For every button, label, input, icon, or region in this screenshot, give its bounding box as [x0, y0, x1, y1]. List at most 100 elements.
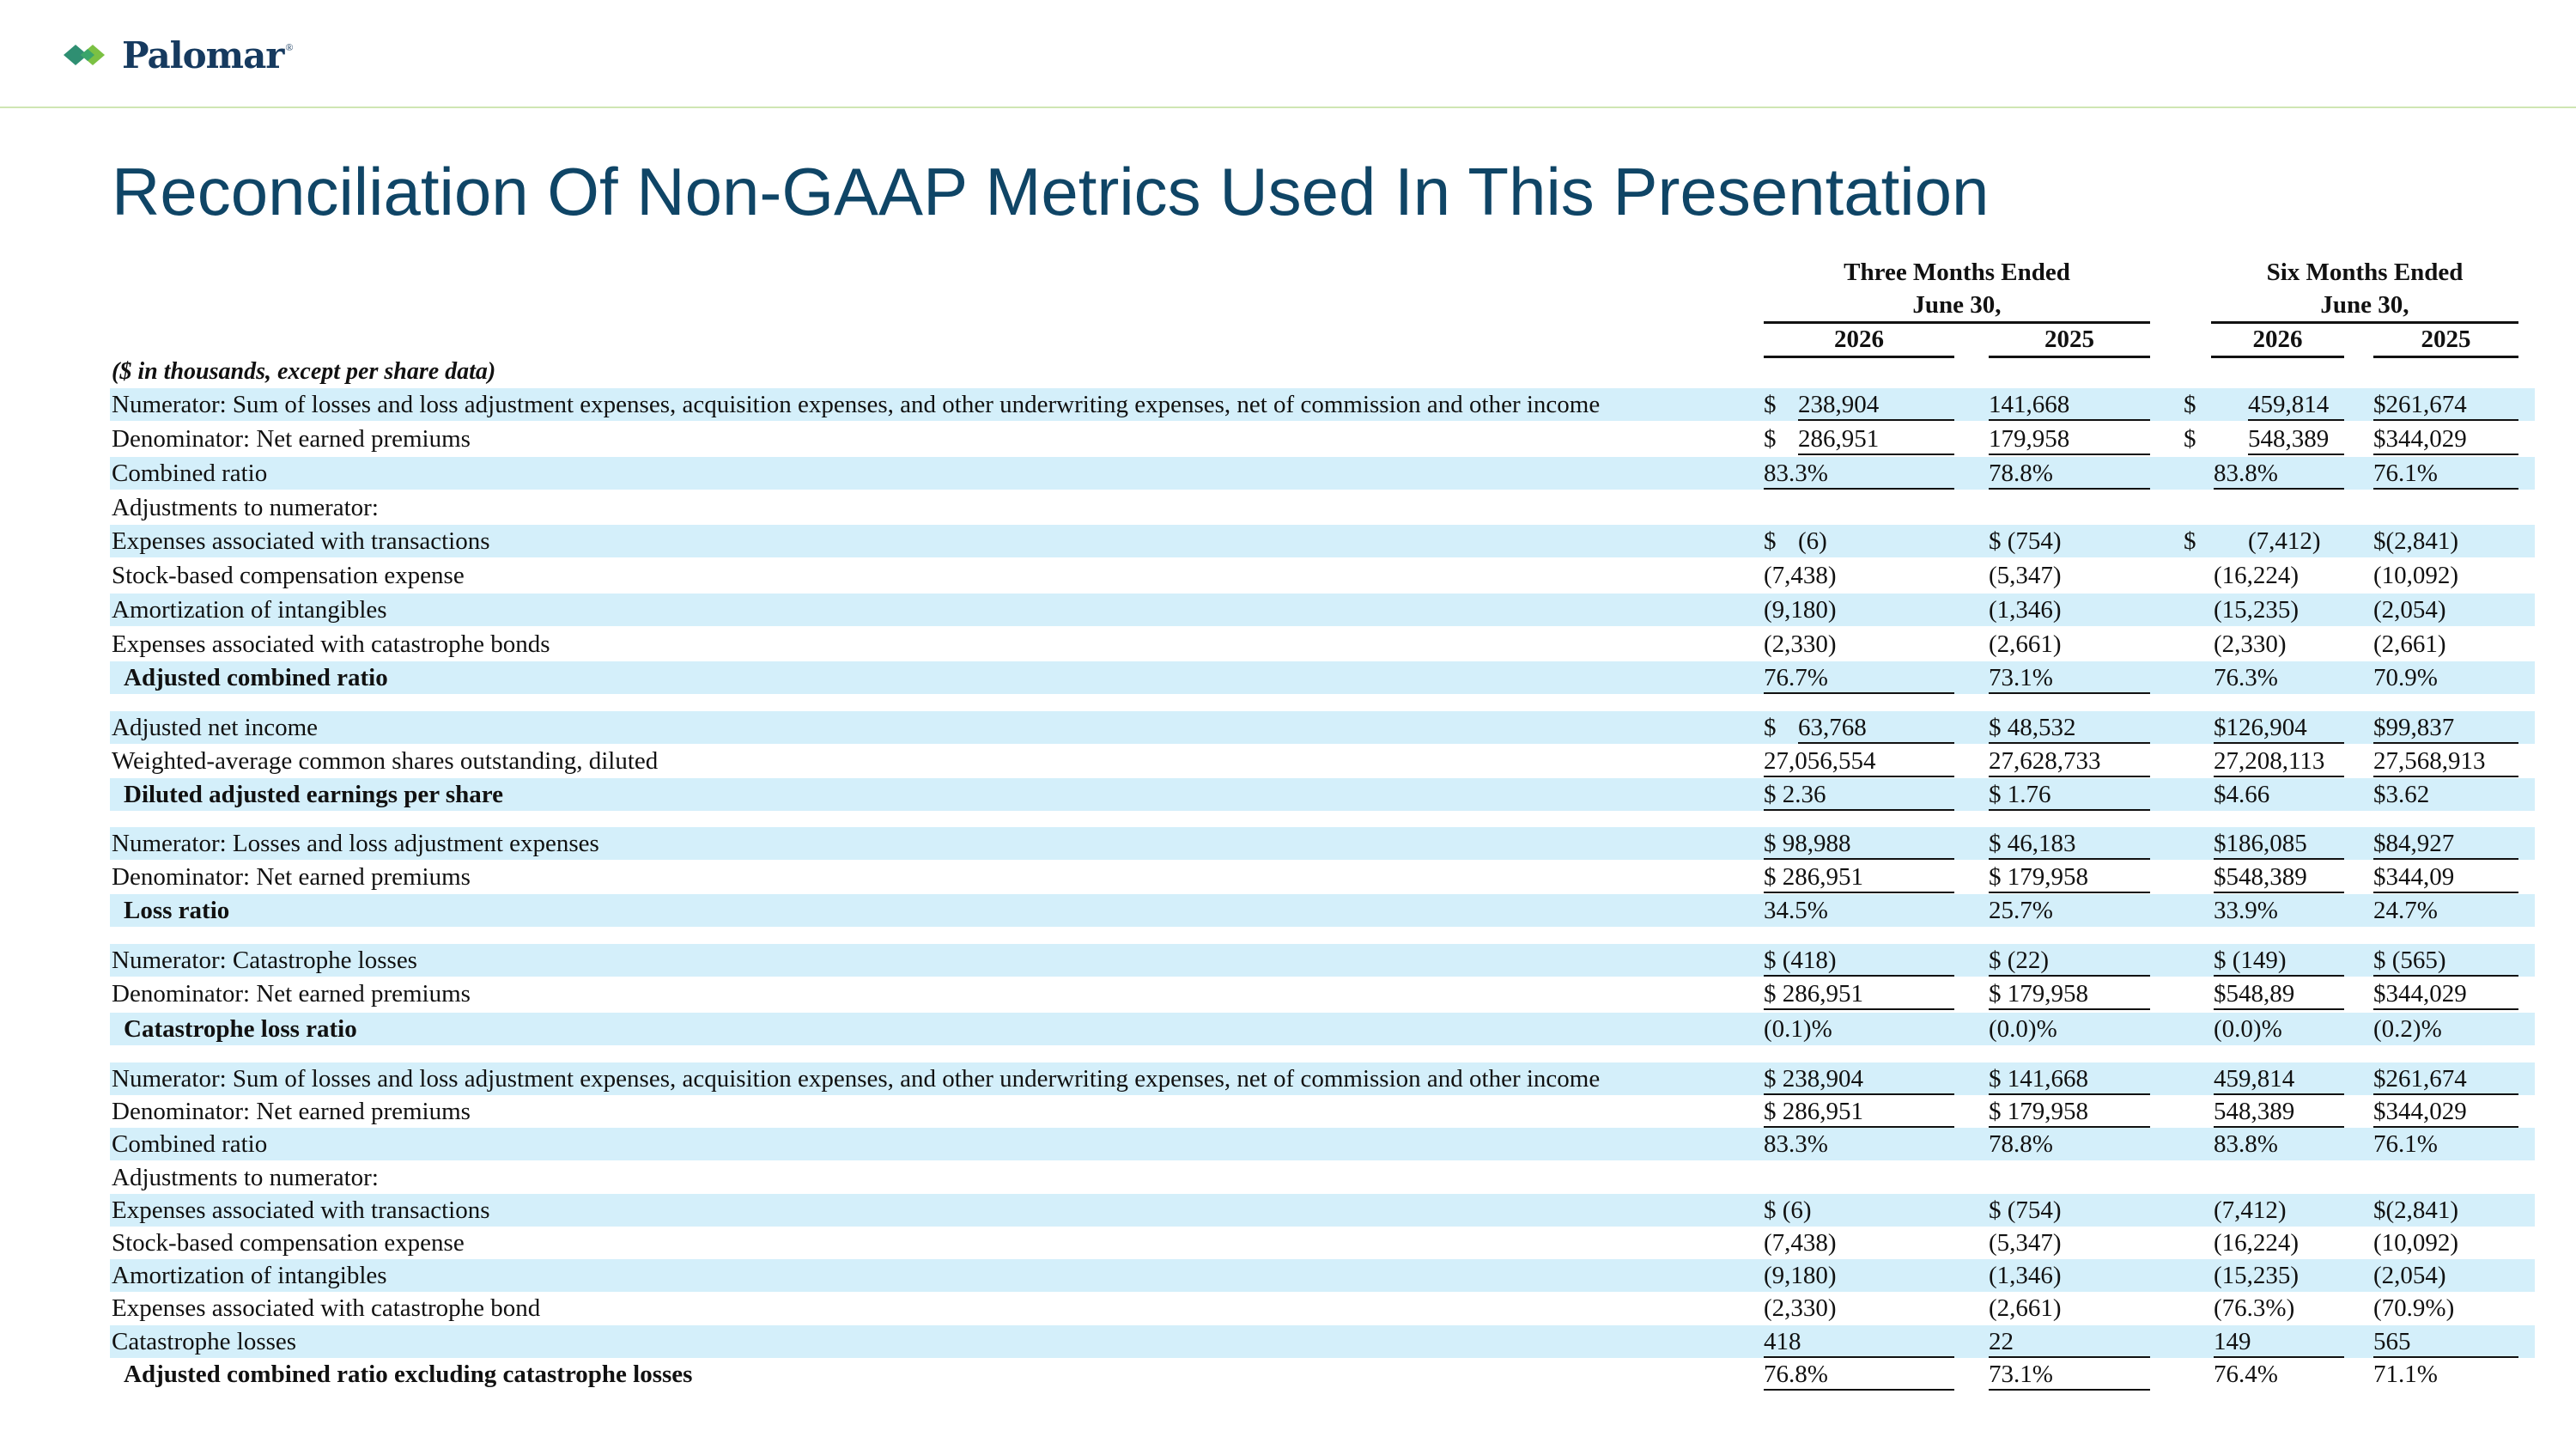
- cell-six-2026: (16,224): [2214, 1229, 2300, 1257]
- cell-three-2026: $ 2.36: [1764, 778, 1954, 811]
- cell-six-2025: 565: [2373, 1325, 2518, 1358]
- table-row: Catastrophe loss ratio (0.1)% (0.0)% (0.0)%…: [110, 1013, 2535, 1045]
- cell-three-2026: $ (6): [1764, 1196, 1812, 1224]
- cell-six-2025: $344,09: [2373, 861, 2518, 893]
- cell-six-2026: 83.8%: [2214, 457, 2344, 490]
- six-months-date: June 30,: [2211, 289, 2518, 324]
- cell-six-2026: $186,085: [2214, 827, 2344, 860]
- row-label: Catastrophe losses: [112, 1328, 297, 1355]
- cell-three-2025: (5,347): [1989, 562, 2062, 589]
- table-row: Denominator: Net earned premiums $ 286,95…: [110, 1095, 2535, 1128]
- row-label: Adjustments to numerator:: [112, 494, 379, 521]
- cell-three-2025: 73.1%: [1989, 661, 2150, 694]
- row-label: Stock-based compensation expense: [112, 562, 465, 589]
- cell-six-2026: 548,389: [2248, 423, 2344, 455]
- cell-three-2026: 27,056,554: [1764, 745, 1954, 777]
- cell-three-2025: 78.8%: [1989, 457, 2150, 490]
- table-row: Expenses associated with catastrophe bon…: [110, 628, 2535, 661]
- cell-three-2026: 418: [1764, 1325, 1954, 1358]
- cell-six-2025: 76.1%: [2373, 1130, 2438, 1158]
- year-header-six-2025: 2025: [2373, 323, 2518, 358]
- cell-six-2025: $344,029: [2373, 423, 2518, 455]
- row-label: Denominator: Net earned premiums: [112, 425, 471, 453]
- cell-three-2026: 76.8%: [1764, 1358, 1954, 1391]
- cell-three-2026: 76.7%: [1764, 661, 1954, 694]
- year-header-six-2026: 2026: [2211, 323, 2344, 358]
- cell-three-2025: [1989, 1161, 2150, 1194]
- table-row: Denominator: Net earned premiums $ $286,95…: [110, 423, 2535, 455]
- table-row: Denominator: Net earned premiums $ 286,95…: [110, 861, 2535, 893]
- row-label: Expenses associated with catastrophe bon…: [112, 630, 550, 658]
- cell-six-2026: (7,412): [2248, 527, 2321, 555]
- table-row: Numerator: Sum of losses and loss adjust…: [110, 1062, 2535, 1095]
- cell-three-2026: $ 238,904: [1764, 1062, 1954, 1095]
- cell-three-2026: (9,180): [1764, 1262, 1837, 1289]
- currency-symbol: $: [2184, 425, 2196, 453]
- row-label: Numerator: Catastrophe losses: [112, 947, 417, 974]
- cell-three-2025: 78.8%: [1989, 1130, 2053, 1158]
- cell-six-2025: $261,674: [2373, 1062, 2518, 1095]
- cell-three-2026: 83.3%: [1764, 1130, 1828, 1158]
- cell-six-2025: (10,092): [2373, 1229, 2459, 1257]
- cell-three-2025: 73.1%: [1989, 1358, 2150, 1391]
- table-row: Adjustments to numerator:: [110, 1161, 2535, 1194]
- row-label: Stock-based compensation expense: [112, 1229, 465, 1257]
- cell-six-2026: $126,904: [2214, 711, 2344, 744]
- cell-three-2025: $ 48,532: [1989, 711, 2150, 744]
- row-label: Expenses associated with transactions: [112, 1196, 490, 1224]
- cell-three-2026: 34.5%: [1764, 897, 1828, 924]
- row-label: Adjusted combined ratio: [124, 664, 388, 691]
- cell-six-2025: (70.9%): [2373, 1294, 2455, 1322]
- cell-three-2025: (2,661): [1989, 1294, 2062, 1322]
- cell-six-2025: 27,568,913: [2373, 745, 2518, 777]
- row-label: Numerator: Sum of losses and loss adjust…: [112, 391, 1601, 418]
- cell-three-2025: 141,668: [1989, 388, 2150, 421]
- cell-three-2025: $ 46,183: [1989, 827, 2150, 860]
- cell-six-2026: $4.66: [2214, 781, 2270, 808]
- cell-three-2025: 27,628,733: [1989, 745, 2150, 777]
- table-row: Amortization of intangibles (9,180) (1,346…: [110, 594, 2535, 626]
- cell-six-2025: $99,837: [2373, 711, 2518, 744]
- year-header-three-2025: 2025: [1989, 323, 2150, 358]
- cell-three-2025: $ 179,958: [1989, 861, 2150, 893]
- cell-six-2025: (10,092): [2373, 562, 2459, 589]
- row-label: Weighted-average common shares outstandi…: [112, 747, 659, 775]
- cell-six-2025: $(2,841): [2373, 1196, 2459, 1224]
- cell-three-2025: $ (754): [1989, 527, 2062, 555]
- currency-symbol: $: [1764, 714, 1777, 741]
- cell-three-2025: (0.0)%: [1989, 1015, 2057, 1043]
- cell-three-2026: $ 286,951: [1764, 977, 1954, 1010]
- cell-three-2025: (5,347): [1989, 1229, 2062, 1257]
- brand-name: Palomar: [122, 33, 284, 76]
- row-label: Numerator: Losses and loss adjustment ex…: [112, 830, 599, 857]
- table-row: Adjusted combined ratio excluding catast…: [110, 1358, 2535, 1391]
- three-months-header: Three Months Ended June 30,: [1764, 256, 2150, 324]
- cell-six-2026: (2,330): [2214, 630, 2287, 658]
- currency-symbol: $: [1764, 425, 1777, 453]
- cell-six-2026: 27,208,113: [2214, 745, 2344, 777]
- cell-six-2025: 71.1%: [2373, 1361, 2438, 1388]
- cell-six-2025: (2,661): [2373, 630, 2446, 658]
- cell-three-2026: (7,438): [1764, 562, 1837, 589]
- cell-three-2026: (6): [1798, 527, 1827, 555]
- row-label: Adjusted combined ratio excluding catast…: [124, 1361, 693, 1388]
- cell-six-2026: 76.4%: [2214, 1361, 2278, 1388]
- cell-three-2025: $ 1.76: [1989, 778, 2150, 811]
- table-row: Stock-based compensation expense (7,438) (…: [110, 559, 2535, 592]
- cell-six-2026: 149: [2214, 1325, 2344, 1358]
- cell-six-2026: 83.8%: [2214, 1130, 2278, 1158]
- cell-six-2025: [2373, 1161, 2518, 1194]
- cell-six-2025: $(2,841): [2373, 527, 2459, 555]
- cell-six-2026: 76.3%: [2214, 664, 2278, 691]
- cell-six-2025: [2373, 491, 2518, 524]
- cell-three-2025: (1,346): [1989, 596, 2062, 624]
- row-label: Adjusted net income: [112, 714, 319, 741]
- row-label: Denominator: Net earned premiums: [112, 980, 471, 1008]
- cell-six-2026: 459,814: [2248, 388, 2344, 421]
- cell-three-2025: 22: [1989, 1325, 2150, 1358]
- cell-three-2026: 238,904: [1798, 388, 1954, 421]
- cell-six-2026: 459,814: [2214, 1062, 2344, 1095]
- cell-six-2025: (0.2)%: [2373, 1015, 2442, 1043]
- cell-six-2025: 76.1%: [2373, 457, 2518, 490]
- cell-three-2026: $ (418): [1764, 944, 1954, 977]
